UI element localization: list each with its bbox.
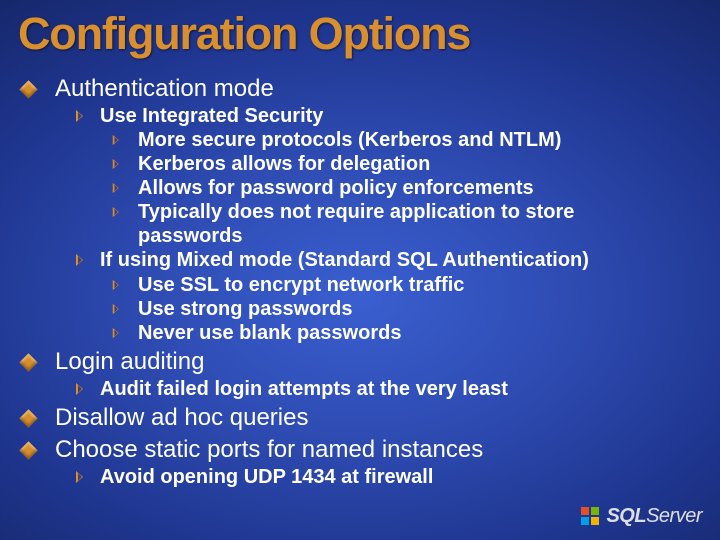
logo-brand2: Server xyxy=(646,505,702,527)
logo-mark-icon xyxy=(581,507,601,527)
list-item: Choose static ports for named instances … xyxy=(18,435,702,489)
list-item: Authentication mode Use Integrated Secur… xyxy=(18,74,702,345)
list-item: Kerberos allows for delegation xyxy=(112,152,702,176)
chevron-icon xyxy=(76,110,86,122)
chevron-icon xyxy=(113,304,122,314)
bullet-label: Disallow ad hoc queries xyxy=(55,403,308,433)
diamond-icon xyxy=(19,80,37,98)
bullet-label: Authentication mode xyxy=(55,74,274,104)
bullet-label: If using Mixed mode (Standard SQL Authen… xyxy=(100,248,589,272)
chevron-icon xyxy=(76,471,86,483)
bullet-label: Never use blank passwords xyxy=(138,321,401,345)
bullet-label: Use SSL to encrypt network traffic xyxy=(138,273,464,297)
list-item: If using Mixed mode (Standard SQL Authen… xyxy=(76,248,702,344)
list-item: More secure protocols (Kerberos and NTLM… xyxy=(112,128,702,152)
list-item: Avoid opening UDP 1434 at firewall xyxy=(76,465,702,489)
chevron-icon xyxy=(113,135,122,145)
list-item: Disallow ad hoc queries xyxy=(18,403,702,433)
chevron-icon xyxy=(76,254,86,266)
bullet-label: Choose static ports for named instances xyxy=(55,435,483,465)
chevron-icon xyxy=(113,183,122,193)
bullet-label: Allows for password policy enforcements xyxy=(138,176,534,200)
list-item: Use strong passwords xyxy=(112,297,702,321)
chevron-icon xyxy=(113,159,122,169)
chevron-icon xyxy=(113,328,122,338)
product-logo: SQLServer xyxy=(581,505,702,528)
bullet-label: Audit failed login attempts at the very … xyxy=(100,377,508,401)
list-item: Allows for password policy enforcements xyxy=(112,176,702,200)
bullet-list: Authentication mode Use Integrated Secur… xyxy=(18,74,702,490)
list-item: Login auditing Audit failed login attemp… xyxy=(18,347,702,401)
chevron-icon xyxy=(76,383,86,395)
chevron-icon xyxy=(113,207,122,217)
diamond-icon xyxy=(19,409,37,427)
list-item: Audit failed login attempts at the very … xyxy=(76,377,702,401)
slide-title: Configuration Options xyxy=(18,8,702,60)
bullet-label: Typically does not require application t… xyxy=(138,200,658,248)
logo-brand1: SQL xyxy=(606,505,646,527)
diamond-icon xyxy=(19,353,37,371)
list-item: Never use blank passwords xyxy=(112,321,702,345)
bullet-label: Use strong passwords xyxy=(138,297,353,321)
list-item: Use SSL to encrypt network traffic xyxy=(112,273,702,297)
bullet-label: Kerberos allows for delegation xyxy=(138,152,430,176)
diamond-icon xyxy=(19,441,37,459)
bullet-label: Use Integrated Security xyxy=(100,104,323,128)
bullet-label: Avoid opening UDP 1434 at firewall xyxy=(100,465,433,489)
slide: Configuration Options Authentication mod… xyxy=(0,0,720,540)
bullet-label: More secure protocols (Kerberos and NTLM… xyxy=(138,128,561,152)
list-item: Typically does not require application t… xyxy=(112,200,702,248)
chevron-icon xyxy=(113,280,122,290)
bullet-label: Login auditing xyxy=(55,347,204,377)
list-item: Use Integrated Security More secure prot… xyxy=(76,104,702,248)
logo-text: SQLServer xyxy=(606,505,702,528)
